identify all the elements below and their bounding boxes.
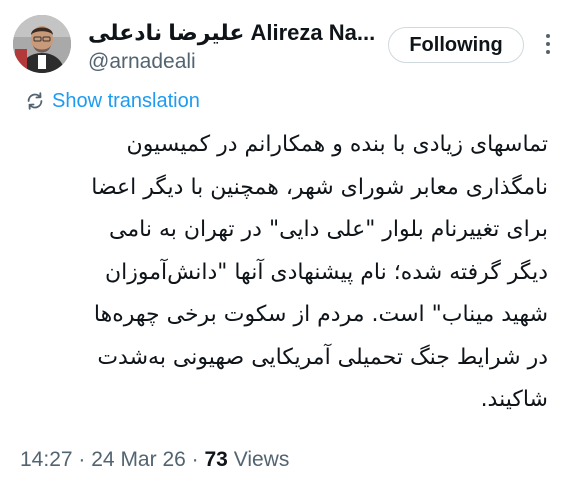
show-translation-link[interactable]: Show translation [24,88,200,114]
tweet-meta: 14:27 · 24 Mar 26 · 73 Views [20,447,289,473]
separator: · [78,448,86,471]
tweet-line: شهید میناب" است. مردم از سکوت برخی چهره‌… [93,302,548,327]
tweet-line: برای تغییرنام بلوار "علی دایی" در تهران … [109,217,548,242]
author-display-name[interactable]: علیرضا نادعلی Alireza Na... [88,20,378,46]
tweet-line: تماسهای زیادی با بنده و همکارانم در کمیس… [126,132,548,157]
show-translation-label: Show translation [52,90,200,112]
tweet-time[interactable]: 14:27 [20,448,73,471]
translate-icon [27,92,43,110]
tweet-date[interactable]: 24 Mar 26 [91,448,186,471]
tweet-line: شاکیند. [480,387,548,412]
avatar[interactable] [13,15,71,73]
tweet-line: در شرایط جنگ تحمیلی آمریکایی صهیونی به‌ش… [97,344,548,370]
following-button[interactable]: Following [388,27,524,63]
avatar-image [13,15,71,73]
dot [546,50,550,54]
views-label: Views [233,448,290,471]
views-count: 73 [204,448,228,471]
author-handle[interactable]: @arnadeali [88,49,196,75]
dot [546,34,550,38]
tweet-text: تماسهای زیادی با بنده و همکارانم در کمیس… [22,124,548,422]
more-dots-icon[interactable] [540,31,556,57]
tweet-line: دیگر گرفته شده؛ نام پیشنهادی آنها "دانش‌… [105,259,548,285]
separator: · [191,448,199,471]
tweet-line: نامگذاری معابر شورای شهر، همچنین با دیگر… [91,174,548,200]
dot [546,42,550,46]
